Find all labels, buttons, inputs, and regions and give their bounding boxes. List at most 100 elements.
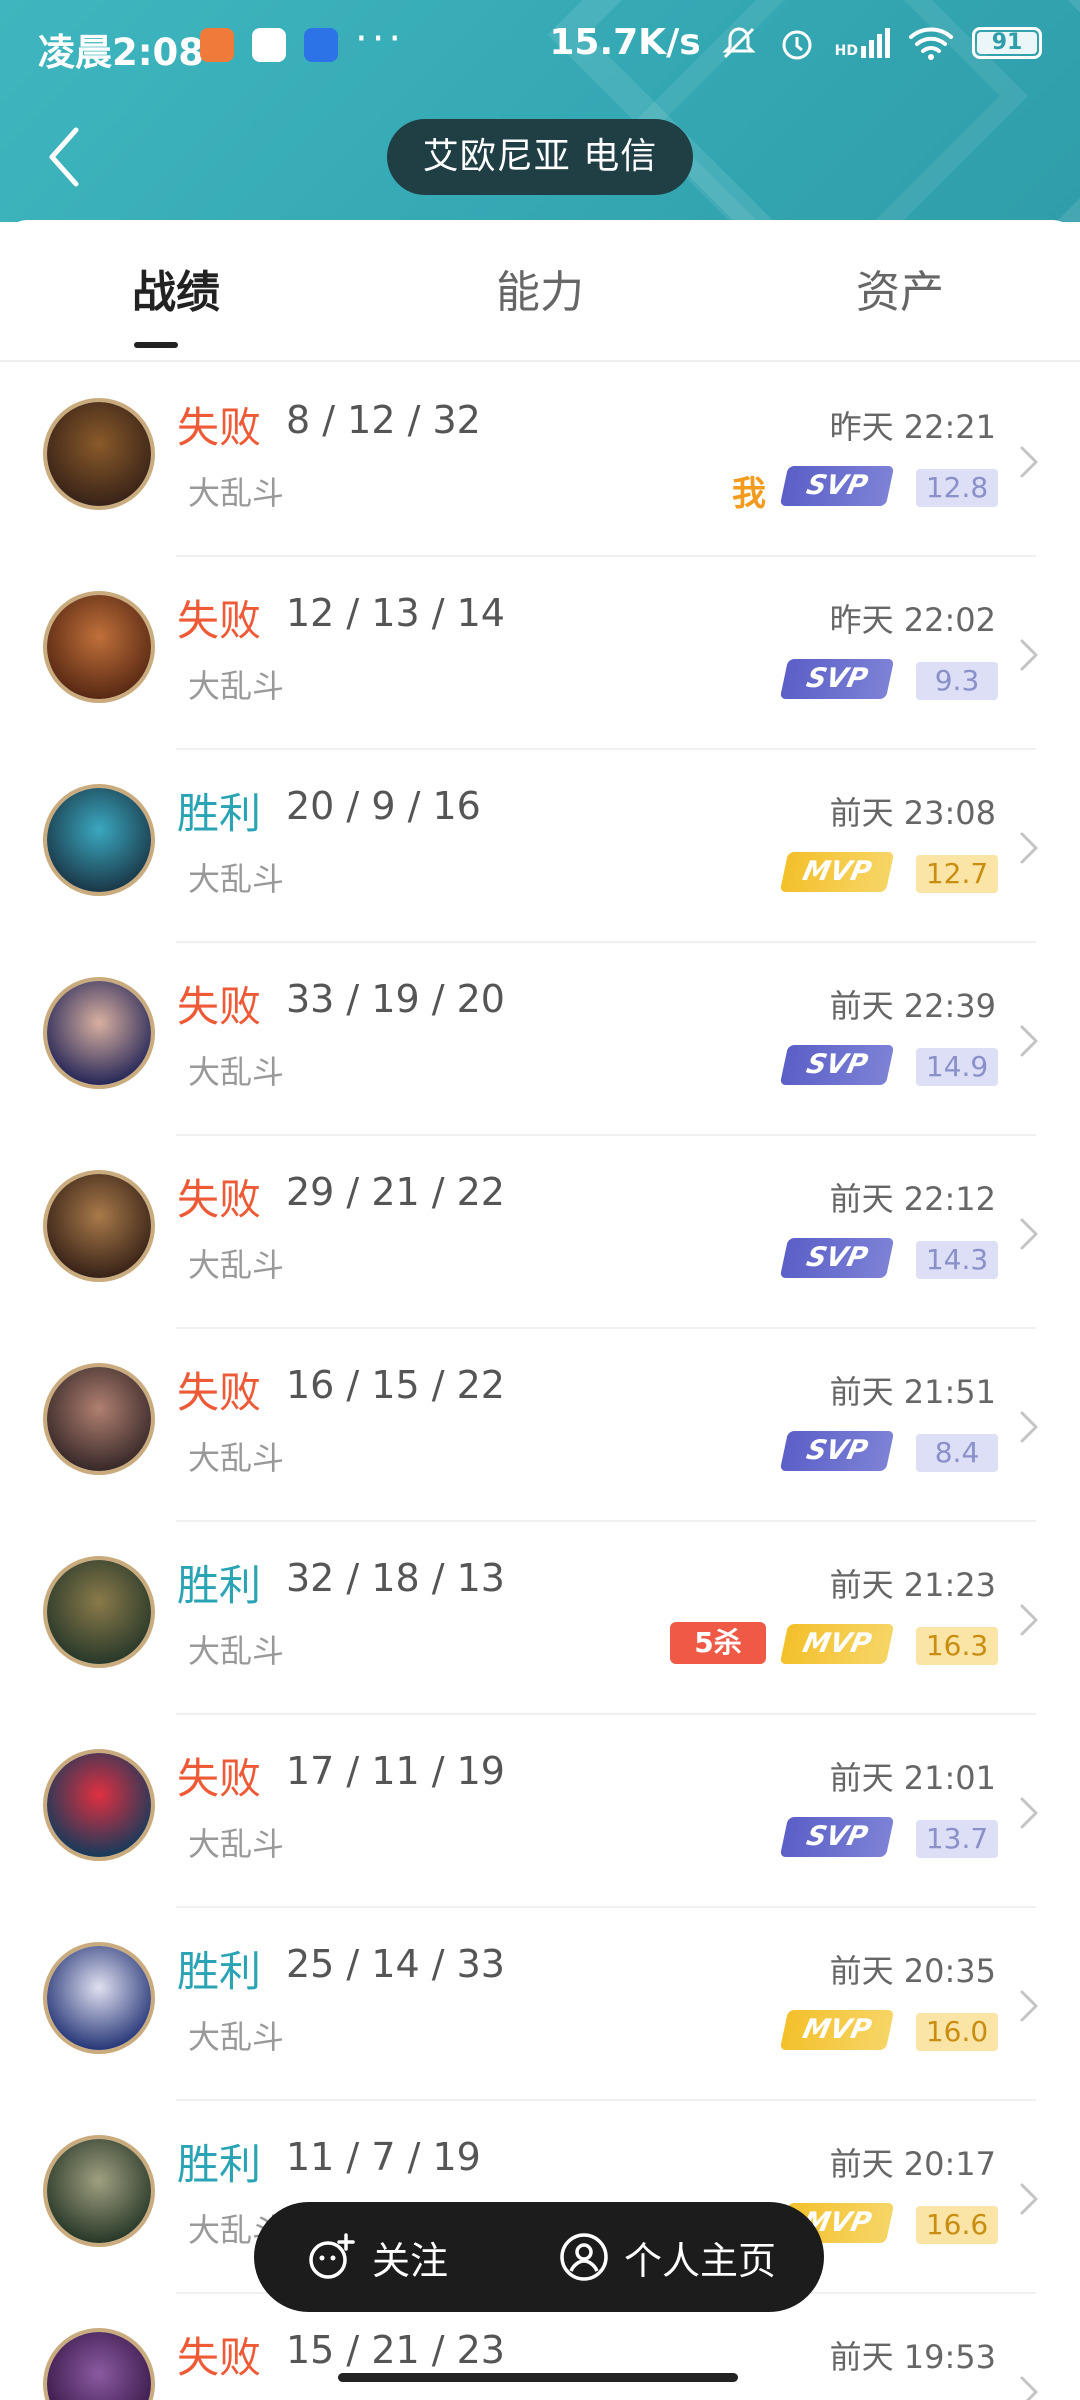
match-mode: 大乱斗: [188, 474, 285, 512]
battery-icon: 91: [972, 26, 1042, 59]
match-kda: 15 / 21 / 23: [286, 2328, 505, 2372]
chevron-right-icon: [1020, 1797, 1038, 1829]
match-result: 失败: [177, 2333, 262, 2382]
chevron-right-icon: [1020, 446, 1038, 478]
match-result: 胜利: [177, 2140, 262, 2189]
match-time: 前天 19:53: [829, 2338, 996, 2376]
header-bar: 凌晨2:08 ··· 15.7K/s HD 91 艾欧尼亚 电信: [0, 0, 1080, 222]
signal-icon: HD: [834, 27, 890, 59]
match-kda: 29 / 21 / 22: [286, 1170, 505, 1214]
match-result: 失败: [177, 1175, 262, 1224]
tab-ability[interactable]: 能力: [496, 256, 584, 320]
match-time: 前天 21:01: [829, 1759, 996, 1797]
match-row[interactable]: 失败 16 / 15 / 22 大乱斗 前天 21:51 SVP 8.4: [0, 1329, 1080, 1522]
multikill-tag: 5杀: [670, 1622, 766, 1664]
mvp-badge: MVP: [779, 852, 895, 892]
signal-hd-label: HD: [834, 42, 858, 59]
champion-avatar: [43, 1170, 155, 1282]
match-kda: 17 / 11 / 19: [286, 1749, 505, 1793]
match-score: 16.0: [916, 2013, 998, 2051]
match-time: 前天 21:51: [829, 1373, 996, 1411]
champion-avatar: [43, 591, 155, 703]
champion-avatar: [43, 1942, 155, 2054]
chevron-right-icon: [1020, 2376, 1038, 2400]
server-title[interactable]: 艾欧尼亚 电信: [387, 119, 693, 195]
champion-avatar: [43, 1749, 155, 1861]
match-score: 14.3: [916, 1241, 998, 1279]
match-mode: 大乱斗: [188, 1053, 285, 1091]
svp-badge: SVP: [779, 659, 895, 699]
match-list: 失败 8 / 12 / 32 大乱斗 昨天 22:21 SVP 12.8 我失败 12 / 1…: [0, 364, 1080, 2400]
chevron-right-icon: [1020, 1990, 1038, 2022]
follow-button[interactable]: 关注: [306, 2202, 448, 2312]
tab-active-indicator: [134, 342, 178, 348]
qq-app-icon: [252, 28, 286, 62]
chevron-right-icon: [1020, 832, 1038, 864]
floating-action-bar: 关注 个人主页: [254, 2202, 824, 2312]
match-row[interactable]: 失败 12 / 13 / 14 大乱斗 昨天 22:02 SVP 9.3: [0, 557, 1080, 750]
match-time: 前天 22:12: [829, 1180, 996, 1218]
champion-avatar: [43, 1363, 155, 1475]
match-score: 8.4: [916, 1434, 998, 1472]
profile-label: 个人主页: [624, 2238, 777, 2283]
follow-label: 关注: [372, 2238, 449, 2283]
match-row[interactable]: 胜利 32 / 18 / 13 大乱斗 前天 21:23 MVP 16.3 5杀: [0, 1522, 1080, 1715]
match-result: 胜利: [177, 1947, 262, 1996]
match-time: 前天 20:17: [829, 2145, 996, 2183]
match-time: 昨天 22:02: [829, 601, 996, 639]
back-button[interactable]: [40, 122, 90, 192]
match-row[interactable]: 失败 33 / 19 / 20 大乱斗 前天 22:39 SVP 14.9: [0, 943, 1080, 1136]
champion-avatar: [43, 784, 155, 896]
champion-avatar: [43, 2135, 155, 2247]
match-time: 前天 23:08: [829, 794, 996, 832]
more-notifications-icon: ···: [355, 16, 406, 62]
match-time: 昨天 22:21: [829, 408, 996, 446]
match-result: 失败: [177, 982, 262, 1031]
tab-assets[interactable]: 资产: [856, 256, 944, 320]
match-result: 失败: [177, 1754, 262, 1803]
status-right: 15.7K/s HD 91: [549, 22, 1042, 63]
chevron-right-icon: [1020, 2183, 1038, 2215]
match-score: 9.3: [916, 662, 998, 700]
champion-avatar: [43, 2328, 155, 2400]
match-row[interactable]: 失败 17 / 11 / 19 大乱斗 前天 21:01 SVP 13.7: [0, 1715, 1080, 1908]
mvp-badge: MVP: [779, 1624, 895, 1664]
profile-icon: [560, 2233, 608, 2281]
match-score: 16.6: [916, 2206, 998, 2244]
match-result: 胜利: [177, 1561, 262, 1610]
match-row[interactable]: 胜利 25 / 14 / 33 大乱斗 前天 20:35 MVP 16.0: [0, 1908, 1080, 2101]
match-result: 失败: [177, 403, 262, 452]
match-mode: 大乱斗: [188, 1246, 285, 1284]
profile-button[interactable]: 个人主页: [558, 2202, 776, 2312]
match-row[interactable]: 失败 29 / 21 / 22 大乱斗 前天 22:12 SVP 14.3: [0, 1136, 1080, 1329]
svp-badge: SVP: [779, 1817, 895, 1857]
status-bar: 凌晨2:08 ··· 15.7K/s HD 91: [0, 0, 1080, 96]
match-row[interactable]: 失败 8 / 12 / 32 大乱斗 昨天 22:21 SVP 12.8 我: [0, 364, 1080, 557]
match-kda: 12 / 13 / 14: [286, 591, 505, 635]
match-mode: 大乱斗: [188, 860, 285, 898]
match-score: 12.7: [916, 855, 998, 893]
champion-avatar: [43, 977, 155, 1089]
match-row[interactable]: 胜利 20 / 9 / 16 大乱斗 前天 23:08 MVP 12.7: [0, 750, 1080, 943]
match-score: 14.9: [916, 1048, 998, 1086]
match-result: 失败: [177, 1368, 262, 1417]
match-score: 12.8: [916, 469, 998, 507]
chevron-right-icon: [1020, 1025, 1038, 1057]
tab-record[interactable]: 战绩: [132, 256, 220, 348]
home-indicator[interactable]: [338, 2373, 738, 2382]
network-speed: 15.7K/s: [549, 22, 701, 63]
svp-badge: SVP: [779, 466, 895, 506]
tab-assets-label: 资产: [856, 267, 944, 318]
alarm-icon: [782, 30, 812, 59]
match-kda: 16 / 15 / 22: [286, 1363, 505, 1407]
tab-ability-label: 能力: [496, 267, 584, 318]
match-kda: 25 / 14 / 33: [286, 1942, 505, 1986]
match-kda: 20 / 9 / 16: [286, 784, 481, 828]
match-kda: 33 / 19 / 20: [286, 977, 505, 1021]
shopping-app-icon: [200, 28, 234, 62]
match-score: 13.7: [916, 1820, 998, 1858]
status-time: 凌晨2:08: [38, 31, 205, 74]
tab-bar: 战绩 能力 资产: [0, 220, 1080, 362]
match-mode: 大乱斗: [188, 1825, 285, 1863]
tab-record-label: 战绩: [132, 267, 220, 318]
